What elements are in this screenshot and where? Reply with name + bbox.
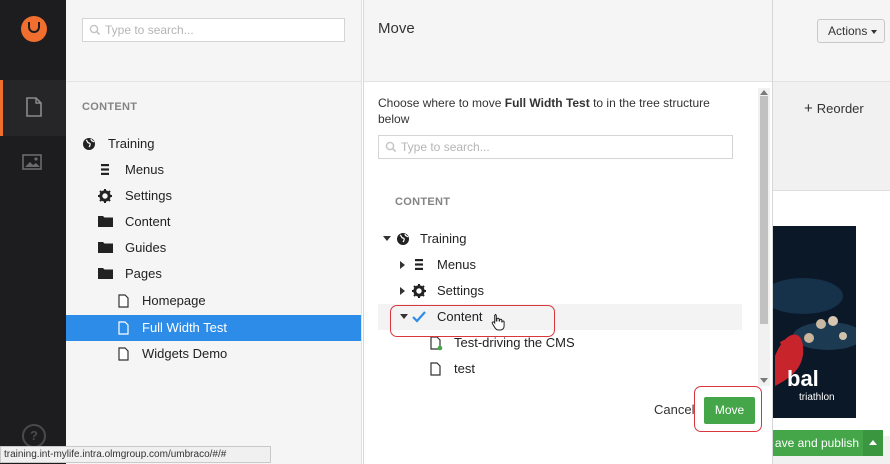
- triathlon-photo: bal triathlon: [773, 226, 856, 418]
- move-dialog-header: Move: [364, 0, 772, 82]
- tree-item-label: Full Width Test: [142, 320, 228, 335]
- move-tree-item-label: Test-driving the CMS: [454, 335, 575, 350]
- move-search-input[interactable]: Type to search...: [378, 135, 733, 159]
- move-section-title: CONTENT: [395, 196, 451, 208]
- highlight-move-annotation: [694, 386, 762, 432]
- move-tree-item-label: Settings: [437, 283, 484, 298]
- document-icon: [118, 294, 129, 308]
- search-placeholder: Type to search...: [401, 140, 490, 154]
- caret-down-icon[interactable]: [383, 236, 391, 241]
- list-icon: [101, 164, 109, 175]
- document-icon: [118, 347, 129, 361]
- document-icon: [118, 321, 129, 335]
- reorder-button[interactable]: + Reorder: [804, 100, 864, 117]
- move-tree-item-label: Training: [420, 231, 467, 246]
- reorder-label: Reorder: [816, 101, 864, 116]
- move-tree-item-label: Menus: [437, 257, 477, 272]
- help-icon[interactable]: ?: [22, 424, 46, 448]
- preview-image[interactable]: bal triathlon: [773, 226, 856, 418]
- move-tree-item-training[interactable]: Training: [378, 226, 742, 252]
- publish-options-toggle[interactable]: [863, 430, 883, 456]
- tree-item-full-width-test[interactable]: Full Width Test: [66, 315, 361, 341]
- document-icon: [430, 362, 441, 376]
- tree-item-label: Training: [108, 136, 155, 151]
- tree-item-menus[interactable]: Menus: [66, 157, 361, 183]
- tree-section-title: CONTENT: [82, 101, 138, 113]
- cancel-button[interactable]: Cancel: [654, 402, 694, 417]
- caret-up-icon: [869, 440, 877, 445]
- move-description-prefix: Choose where to move: [378, 96, 505, 110]
- dialog-scrollbar-thumb[interactable]: [760, 96, 768, 324]
- gear-icon: [98, 189, 112, 203]
- save-and-publish-button[interactable]: ave and publish: [773, 430, 883, 456]
- caret-right-icon[interactable]: [400, 261, 405, 269]
- search-icon: [385, 141, 397, 153]
- tree-item-settings[interactable]: Settings: [66, 183, 361, 209]
- move-dialog: Move Choose where to move Full Width Tes…: [363, 0, 773, 464]
- folder-icon: [98, 216, 113, 227]
- scroll-up-arrow-icon[interactable]: [760, 90, 768, 95]
- folder-icon: [98, 242, 113, 253]
- tree-item-label: Settings: [125, 188, 172, 203]
- tree-item-training[interactable]: Training: [66, 131, 361, 157]
- search-placeholder: Type to search...: [105, 23, 194, 37]
- section-sidebar: ?: [0, 0, 66, 464]
- scroll-down-arrow-icon[interactable]: [760, 378, 768, 383]
- tree-item-widgets-demo[interactable]: Widgets Demo: [66, 341, 361, 367]
- move-description-item: Full Width Test: [504, 96, 590, 110]
- folder-icon: [98, 268, 113, 279]
- globe-icon: [83, 138, 95, 150]
- tree-item-label: Pages: [125, 266, 162, 281]
- highlight-content-annotation: [390, 305, 555, 337]
- content-editor-area: Actions + Reorder bal triathlon ave and p…: [773, 0, 890, 464]
- preview-logo-subtext: triathlon: [799, 392, 835, 403]
- tree-item-homepage[interactable]: Homepage: [66, 288, 361, 314]
- caret-right-icon[interactable]: [400, 287, 405, 295]
- search-icon: [89, 24, 101, 36]
- document-icon: [430, 336, 443, 351]
- move-tree-item-settings[interactable]: Settings: [378, 278, 742, 304]
- move-description: Choose where to move Full Width Test to …: [378, 95, 723, 127]
- move-dialog-title: Move: [378, 20, 415, 37]
- actions-button[interactable]: Actions: [817, 19, 885, 43]
- tree-item-label: Guides: [125, 240, 167, 255]
- move-tree-item-label: test: [454, 361, 475, 376]
- editor-header: Actions: [773, 0, 890, 82]
- tree-item-guides[interactable]: Guides: [66, 235, 361, 261]
- list-icon: [415, 259, 423, 270]
- tree-item-content[interactable]: Content: [66, 209, 361, 235]
- browser-status-bar: training.int-mylife.intra.olmgroup.com/u…: [0, 446, 271, 463]
- content-card: bal triathlon: [773, 190, 890, 436]
- tree-item-label: Content: [125, 214, 171, 229]
- content-tree-panel: Type to search... CONTENT Training Menus…: [66, 0, 362, 464]
- tree-header: Type to search...: [66, 0, 361, 82]
- tree-item-label: Homepage: [142, 293, 206, 308]
- actions-label: Actions: [828, 24, 868, 38]
- tree-item-pages[interactable]: Pages: [66, 261, 361, 287]
- content-section-icon[interactable]: [0, 80, 66, 136]
- tree-item-label: Widgets Demo: [142, 346, 228, 361]
- save-publish-label: ave and publish: [774, 436, 859, 450]
- tree-search-input[interactable]: Type to search...: [82, 18, 345, 42]
- umbraco-logo[interactable]: [21, 16, 47, 42]
- move-tree-item-test[interactable]: test: [378, 356, 742, 382]
- media-section-icon[interactable]: [0, 136, 66, 192]
- plus-icon: +: [804, 100, 813, 117]
- chevron-down-icon: [871, 30, 877, 34]
- gear-icon: [412, 284, 426, 298]
- tree-item-label: Menus: [125, 162, 165, 177]
- move-tree-item-menus[interactable]: Menus: [378, 252, 742, 278]
- globe-icon: [397, 233, 409, 245]
- preview-logo-text: bal: [787, 366, 819, 391]
